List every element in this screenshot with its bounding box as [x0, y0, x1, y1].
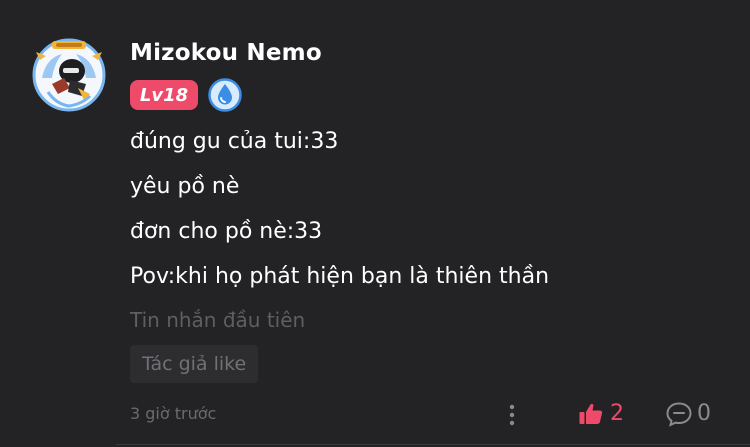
author-like-tag: Tác giả like	[130, 345, 259, 383]
first-message-label: Tin nhắn đầu tiên	[130, 308, 306, 332]
badge-row: Lv18	[130, 78, 242, 112]
like-button[interactable]: 2	[578, 399, 624, 429]
divider	[116, 444, 750, 445]
avatar-image	[32, 38, 106, 112]
more-options-icon[interactable]	[500, 402, 524, 428]
message-line: đúng gu của tui:33	[130, 129, 339, 154]
droplet-badge-icon	[208, 78, 242, 112]
message-line: đơn cho pồ nè:33	[130, 219, 323, 244]
username[interactable]: Mizokou Nemo	[130, 37, 322, 69]
message-line: yêu pồ nè	[130, 174, 240, 199]
comment-bubble-icon	[666, 402, 692, 427]
reply-button[interactable]: 0	[665, 399, 711, 429]
like-count: 2	[610, 401, 624, 426]
comment-count: 0	[697, 401, 711, 426]
thumbs-up-icon	[579, 403, 603, 424]
timestamp: 3 giờ trước	[130, 404, 217, 423]
avatar[interactable]	[32, 38, 106, 112]
message-line: Pov:khi họ phát hiện bạn là thiên thần	[130, 264, 550, 289]
level-badge: Lv18	[130, 80, 198, 110]
comment-card: Mizokou Nemo Lv18 đúng gu của tui:33 yêu…	[0, 0, 750, 447]
